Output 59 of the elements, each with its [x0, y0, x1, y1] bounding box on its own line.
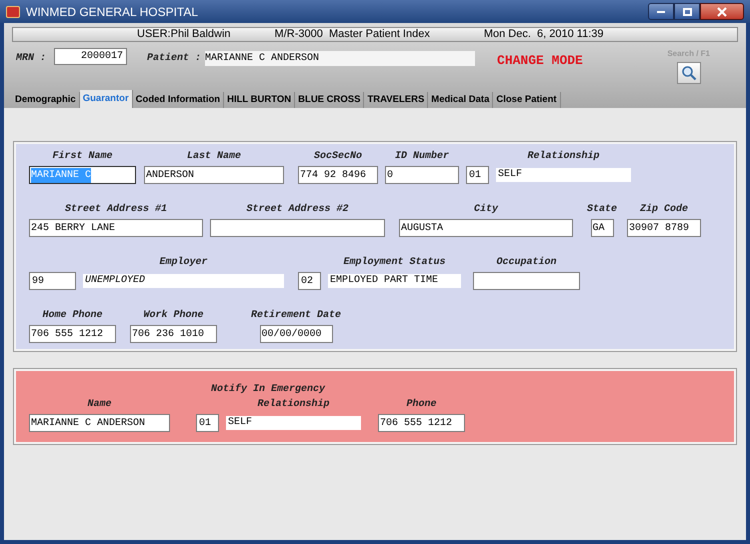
patient-name: MARIANNE C ANDERSON [205, 51, 476, 66]
field-label: Home Phone [42, 309, 102, 323]
app-icon [6, 6, 20, 18]
input-field[interactable]: AUGUSTA [399, 219, 573, 237]
section-title: Notify In Emergency [211, 383, 326, 397]
code-field[interactable]: 01 [466, 166, 489, 184]
maximize-button[interactable] [674, 3, 700, 20]
code-description: EMPLOYED PART TIME [328, 274, 461, 288]
user-name: USER:Phil Baldwin [137, 27, 231, 42]
mrn-field[interactable]: 2000017 [54, 48, 128, 65]
field-label: Employer [158, 256, 208, 270]
search-button[interactable] [676, 62, 701, 84]
field-label: Retirement Date [251, 309, 342, 323]
code-description: SELF [226, 416, 361, 430]
field-label: Phone [406, 398, 436, 412]
code-description: UNEMPLOYED [83, 274, 284, 288]
input-field[interactable] [473, 272, 580, 290]
input-field[interactable]: 30907 8789 [627, 219, 702, 237]
close-icon [717, 6, 727, 16]
field-label: State [587, 203, 618, 217]
input-field[interactable]: 706 555 1212 [378, 414, 465, 432]
field-label: Work Phone [143, 309, 204, 323]
code-field[interactable]: 99 [29, 272, 76, 290]
field-label: Name [87, 398, 112, 412]
input-field[interactable]: 245 BERRY LANE [29, 219, 203, 237]
patient-label: Patient : [147, 52, 202, 66]
search-icon [680, 65, 697, 81]
module-name: M/R-3000 Master Patient Index [274, 27, 430, 42]
input-field[interactable]: MARIANNE C ANDERSON [29, 414, 170, 432]
input-field[interactable] [210, 219, 385, 237]
field-label: Employment Status [342, 256, 447, 270]
close-button[interactable] [700, 3, 744, 20]
input-field[interactable]: ANDERSON [144, 166, 284, 184]
tab[interactable]: Guarantor [80, 90, 133, 108]
field-label: Street Address #2 [246, 203, 349, 217]
code-field[interactable]: 02 [298, 272, 321, 290]
input-field[interactable]: 706 555 1212 [29, 325, 116, 343]
field-label: Last Name [186, 150, 241, 164]
input-field[interactable]: 774 92 8496 [298, 166, 378, 184]
field-label: City [474, 203, 498, 217]
input-field[interactable]: 0 [385, 166, 459, 184]
input-field[interactable]: 706 236 1010 [130, 325, 217, 343]
mrn-label: MRN : [16, 52, 46, 66]
field-label: Street Address #1 [64, 203, 168, 217]
field-label: Zip Code [640, 203, 688, 217]
field-label: SocSecNo [314, 150, 362, 164]
minimize-button[interactable] [648, 3, 674, 20]
field-label: Relationship [256, 398, 330, 412]
field-label: Occupation [496, 256, 556, 270]
code-description: SELF [496, 168, 631, 182]
date-time: Mon Dec. 6, 2010 11:39 [484, 27, 604, 42]
input-field[interactable]: 00/00/0000 [260, 325, 332, 343]
field-label: ID Number [394, 150, 449, 164]
window-title: WINMED GENERAL HOSPITAL [26, 4, 198, 20]
code-field[interactable]: 01 [196, 414, 219, 432]
input-field[interactable]: GA [590, 219, 614, 237]
field-label: Relationship [526, 150, 600, 164]
mode-indicator: CHANGE MODE [497, 52, 583, 70]
field-label: First Name [52, 150, 112, 164]
